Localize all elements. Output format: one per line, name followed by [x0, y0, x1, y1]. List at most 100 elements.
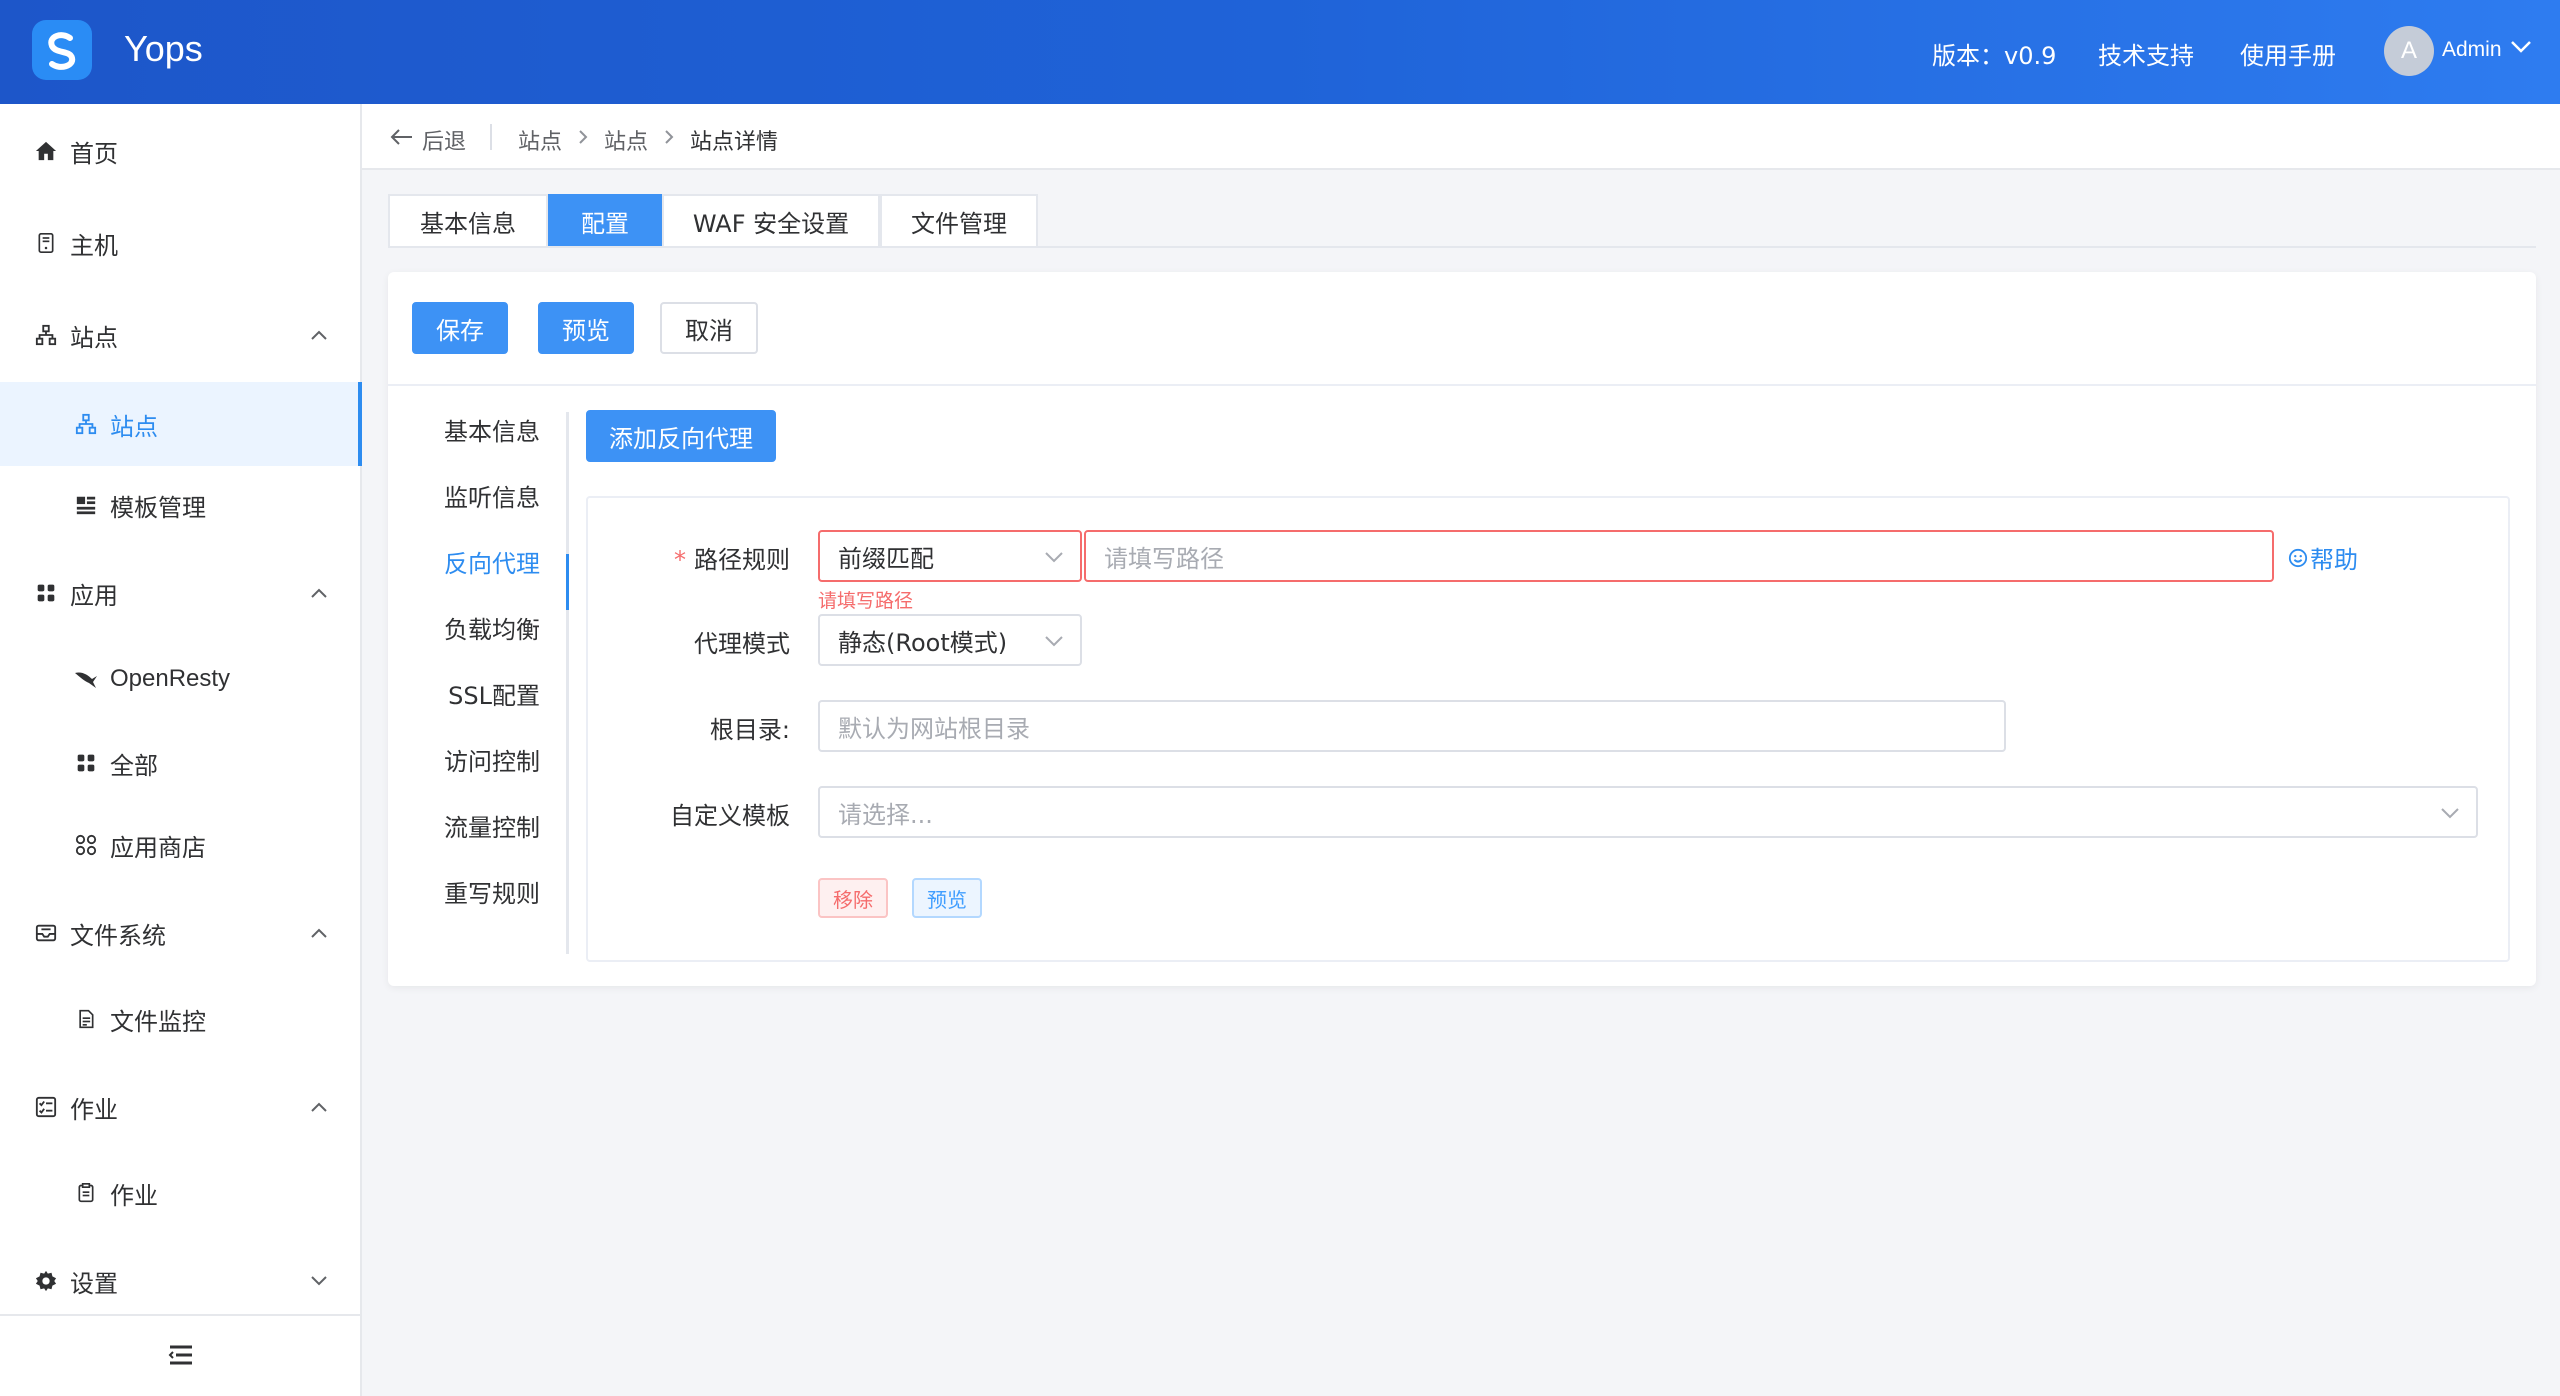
user-name[interactable]: Admin [2442, 38, 2502, 62]
save-button[interactable]: 保存 [412, 302, 508, 354]
anchor-track [566, 412, 569, 954]
remove-tag[interactable]: 移除 [818, 878, 888, 918]
sidebar: 首页 主机 站点 站点 模板管理 应用 OpenResty 全部 应用商店 文件… [0, 104, 362, 1396]
sidebar-group-jobs[interactable]: 作业 [0, 1074, 360, 1140]
chevron-up-icon [311, 330, 327, 340]
apps-icon [34, 581, 58, 605]
tab-basic-info[interactable]: 基本信息 [388, 194, 548, 248]
sidebar-item-templates[interactable]: 模板管理 [0, 472, 360, 538]
sidebar-group-settings[interactable]: 设置 [0, 1248, 360, 1314]
sidebar-group-sites[interactable]: 站点 [0, 302, 360, 368]
custom-template-select[interactable]: 请选择... [818, 786, 2478, 838]
anchor-access-control[interactable]: 访问控制 [444, 742, 540, 777]
avatar[interactable]: A [2384, 26, 2434, 76]
match-type-select[interactable]: 前缀匹配 [818, 530, 1082, 582]
anchor-basic-info[interactable]: 基本信息 [444, 412, 540, 447]
tab-config[interactable]: 配置 [548, 194, 662, 248]
custom-template-label: 自定义模板 [670, 802, 790, 830]
tab-waf-settings[interactable]: WAF 安全设置 [662, 194, 880, 248]
back-link[interactable]: 后退 [422, 124, 466, 156]
anchor-rewrite-rules[interactable]: 重写规则 [444, 874, 540, 909]
anchor-traffic-control[interactable]: 流量控制 [444, 808, 540, 843]
breadcrumb: 后退 站点 站点 站点详情 [362, 104, 2560, 170]
tab-file-management[interactable]: 文件管理 [880, 194, 1038, 248]
divider [490, 124, 492, 150]
sidebar-item-label: 应用商店 [110, 833, 206, 862]
sidebar-item-label: 主机 [70, 231, 118, 260]
support-link[interactable]: 技术支持 [2098, 36, 2194, 71]
sidebar-item-label: 站点 [70, 323, 118, 352]
root-dir-input[interactable]: 默认为网站根目录 [818, 700, 2006, 752]
home-icon [34, 139, 58, 163]
app-name: Yops [124, 28, 203, 69]
openresty-icon [74, 667, 98, 691]
store-icon [74, 833, 98, 857]
app-logo[interactable] [32, 20, 92, 80]
chevron-down-icon [1045, 636, 1063, 647]
breadcrumb-item[interactable]: 站点 [518, 124, 562, 156]
sidebar-item-hosts[interactable]: 主机 [0, 210, 360, 276]
logo-icon [48, 32, 76, 70]
server-icon [34, 231, 58, 255]
sitemap-icon [34, 323, 58, 347]
sidebar-item-label: 作业 [70, 1095, 118, 1124]
divider [388, 384, 2536, 386]
gear-icon [34, 1269, 58, 1293]
inbox-icon [34, 921, 58, 945]
anchor-listen-info[interactable]: 监听信息 [444, 478, 540, 513]
sidebar-item-label: 文件系统 [70, 921, 166, 950]
chevron-up-icon [311, 928, 327, 938]
help-icon [2288, 548, 2308, 567]
divider [0, 1314, 360, 1316]
chevron-down-icon[interactable] [2510, 40, 2532, 54]
anchor-active-indicator [566, 554, 569, 610]
manual-link[interactable]: 使用手册 [2240, 36, 2336, 71]
sitemap-icon [74, 412, 98, 436]
sidebar-group-apps[interactable]: 应用 [0, 560, 360, 626]
chevron-up-icon [311, 588, 327, 598]
cancel-button[interactable]: 取消 [660, 302, 758, 354]
sidebar-item-sites[interactable]: 站点 [0, 382, 362, 466]
breadcrumb-current: 站点详情 [690, 130, 779, 155]
anchor-load-balance[interactable]: 负载均衡 [444, 610, 540, 645]
apps-icon [74, 751, 98, 775]
root-dir-label: 根目录: [709, 716, 790, 744]
breadcrumb-item[interactable]: 站点 [604, 124, 648, 156]
anchor-reverse-proxy[interactable]: 反向代理 [444, 544, 540, 579]
chevron-down-icon [311, 1276, 327, 1286]
chevron-up-icon [311, 1102, 327, 1112]
proxy-mode-select[interactable]: 静态(Root模式) [818, 614, 1082, 666]
chevron-down-icon [1045, 552, 1063, 563]
anchor-ssl-config[interactable]: SSL配置 [448, 676, 540, 711]
sidebar-item-label: 模板管理 [110, 493, 206, 522]
chevron-down-icon [2441, 808, 2459, 819]
file-monitor-icon [74, 1007, 98, 1031]
active-indicator [358, 382, 362, 466]
sidebar-item-label: 作业 [110, 1181, 158, 1210]
task-list-icon [34, 1095, 58, 1119]
sidebar-item-label: OpenResty [110, 665, 231, 692]
sidebar-item-app-store[interactable]: 应用商店 [0, 812, 360, 878]
preview-tag[interactable]: 预览 [912, 878, 982, 918]
path-input[interactable]: 请填写路径 [1084, 530, 2274, 582]
sidebar-group-filesystem[interactable]: 文件系统 [0, 900, 360, 966]
sidebar-item-label: 站点 [110, 412, 158, 441]
chevron-right-icon [579, 130, 588, 144]
help-link[interactable]: 帮助 [2288, 540, 2358, 575]
version-label: 版本：v0.9 [1932, 42, 2057, 70]
template-icon [74, 493, 98, 517]
config-card: 保存 预览 取消 基本信息 监听信息 反向代理 负载均衡 SSL配置 访问控制 … [388, 272, 2536, 986]
reverse-proxy-form: * 路径规则 前缀匹配 请填写路径 请填写路径 帮助 代理模式 静态(Root模式… [586, 496, 2510, 962]
sidebar-item-file-monitor[interactable]: 文件监控 [0, 986, 360, 1052]
sidebar-item-jobs[interactable]: 作业 [0, 1160, 360, 1226]
sidebar-item-home[interactable]: 首页 [0, 118, 360, 184]
top-header: Yops 版本：v0.9 技术支持 使用手册 A Admin [0, 0, 2560, 104]
sidebar-item-label: 应用 [70, 581, 118, 610]
add-reverse-proxy-button[interactable]: 添加反向代理 [586, 410, 776, 462]
preview-button[interactable]: 预览 [538, 302, 634, 354]
sidebar-item-all-apps[interactable]: 全部 [0, 730, 360, 796]
arrow-left-icon[interactable] [390, 128, 414, 146]
chevron-right-icon [665, 130, 674, 144]
collapse-menu-icon[interactable] [168, 1344, 194, 1366]
sidebar-item-openresty[interactable]: OpenResty [0, 646, 360, 712]
